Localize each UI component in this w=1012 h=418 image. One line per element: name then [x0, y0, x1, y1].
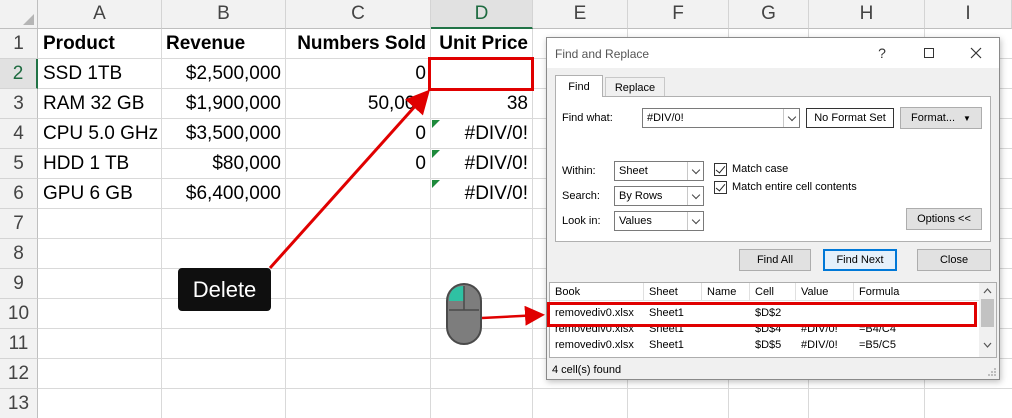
arrow-delete-to-cell	[268, 89, 431, 270]
arrow-mouse-to-result	[481, 305, 545, 326]
annotation-arrows	[268, 89, 545, 345]
tab-find-label: Find	[568, 80, 590, 93]
tab-find[interactable]: Find	[555, 75, 603, 97]
delete-key-label: Delete	[178, 268, 271, 311]
mouse-left-click-icon	[446, 283, 482, 345]
